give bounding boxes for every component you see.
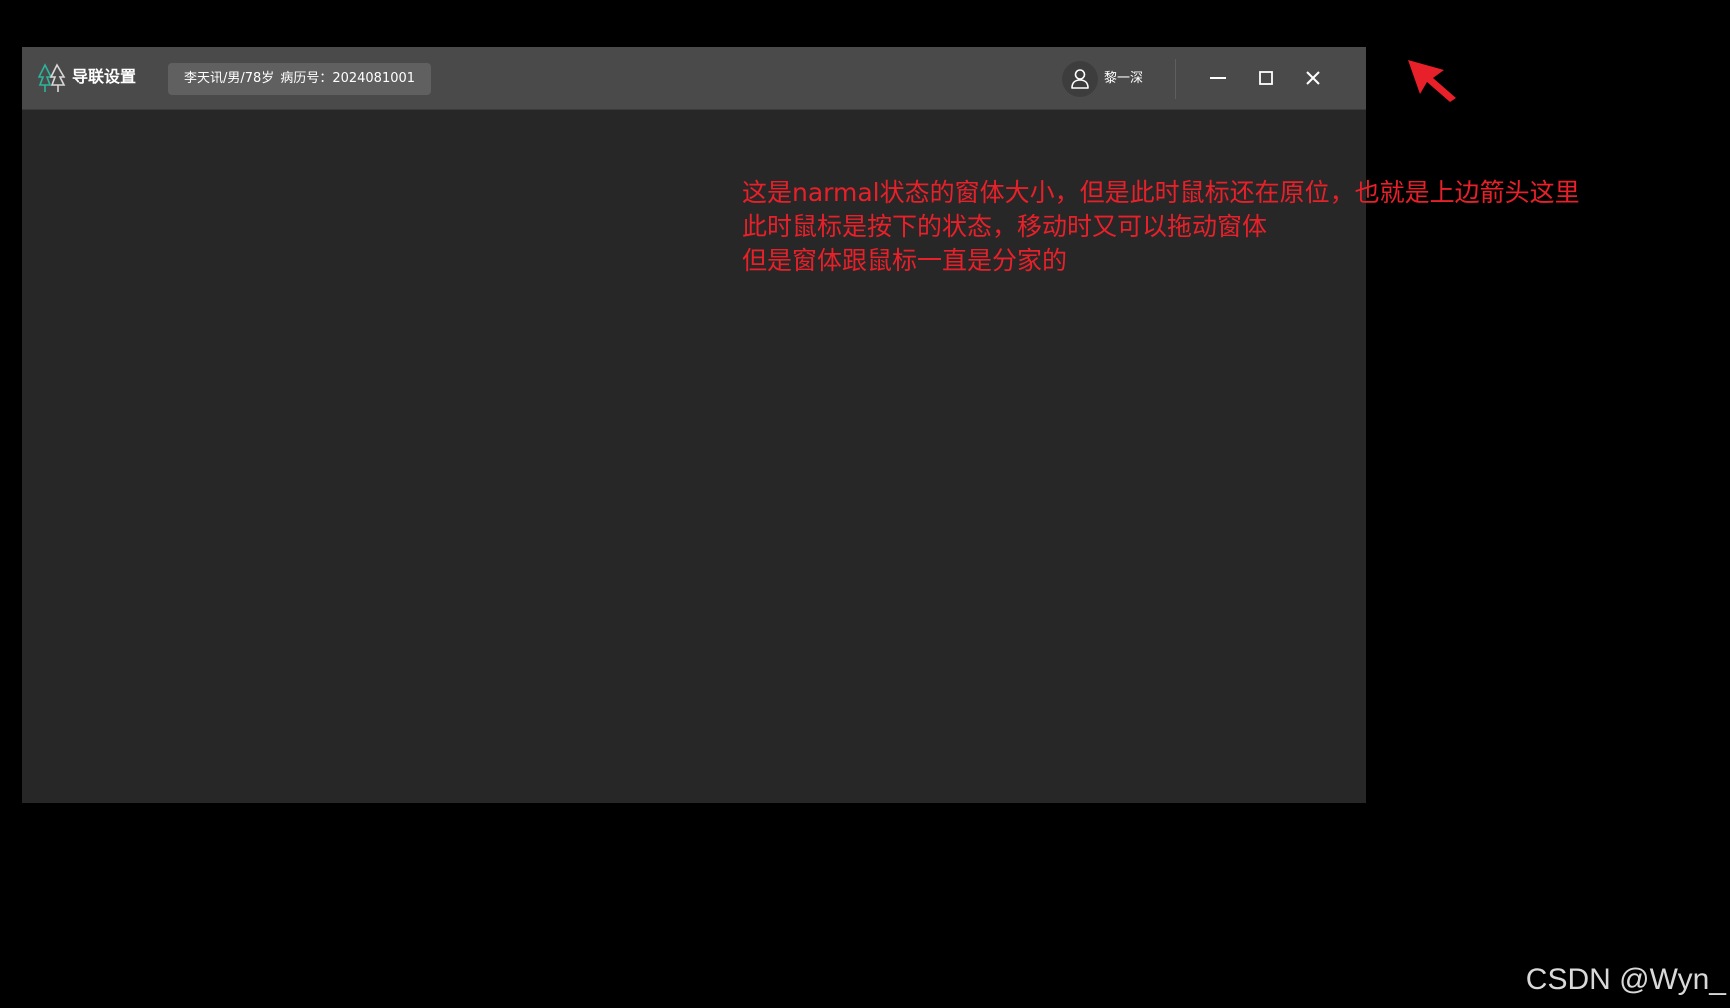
close-button[interactable] (1294, 60, 1332, 96)
minimize-icon (1210, 77, 1226, 79)
patient-info: 李天讯/男/78岁 (184, 71, 275, 86)
app-window: 导联设置 李天讯/男/78岁 病历号：2024081001 黎一深 (22, 47, 1366, 803)
app-logo-icon (38, 63, 66, 92)
annotation-line-1: 这是narmal状态的窗体大小，但是此时鼠标还在原位，也就是上边箭头这里 (742, 178, 1580, 207)
medical-record-number: 病历号：2024081001 (280, 71, 416, 86)
patient-info-badge: 李天讯/男/78岁 病历号：2024081001 (168, 63, 432, 95)
annotation-text: 这是narmal状态的窗体大小，但是此时鼠标还在原位，也就是上边箭头这里 此时鼠… (742, 176, 1580, 278)
maximize-icon (1259, 71, 1273, 85)
annotation-line-2: 此时鼠标是按下的状态，移动时又可以拖动窗体 (742, 212, 1268, 241)
title-bar-divider (1175, 59, 1176, 99)
arrow-pointer-icon (1408, 60, 1456, 102)
user-icon (1071, 69, 1089, 89)
window-title: 导联设置 (72, 67, 137, 86)
watermark: CSDN @Wyn_ (1525, 963, 1726, 996)
annotation-line-3: 但是窗体跟鼠标一直是分家的 (742, 246, 1068, 275)
minimize-button[interactable] (1199, 60, 1237, 96)
close-icon (1306, 71, 1320, 85)
maximize-button[interactable] (1247, 60, 1285, 96)
user-name: 黎一深 (1104, 71, 1144, 86)
avatar[interactable] (1062, 61, 1098, 97)
title-bar[interactable]: 导联设置 李天讯/男/78岁 病历号：2024081001 黎一深 (22, 47, 1366, 110)
